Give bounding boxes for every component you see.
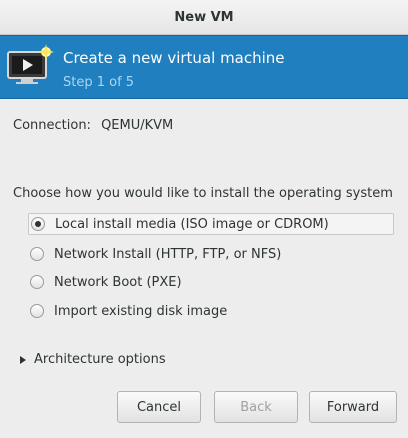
connection-label: Connection:	[13, 118, 91, 133]
expander-triangle-icon	[20, 355, 26, 364]
option-label: Import existing disk image	[54, 303, 228, 319]
banner-title: Create a new virtual machine	[63, 49, 285, 67]
connection-value: QEMU/KVM	[101, 118, 174, 133]
architecture-options-label: Architecture options	[34, 352, 166, 367]
option-label: Local install media (ISO image or CDROM)	[55, 216, 329, 232]
architecture-options-expander[interactable]: Architecture options	[20, 352, 166, 367]
back-button[interactable]: Back	[214, 391, 298, 423]
radio-checked-icon[interactable]	[31, 217, 45, 231]
install-method-prompt: Choose how you would like to install the…	[13, 186, 393, 201]
option-label: Network Install (HTTP, FTP, or NFS)	[54, 246, 282, 262]
option-import-disk-image[interactable]: Import existing disk image	[28, 300, 394, 322]
step-indicator: Step 1 of 5	[63, 75, 135, 90]
option-network-install[interactable]: Network Install (HTTP, FTP, or NFS)	[28, 243, 394, 265]
radio-unchecked-icon[interactable]	[30, 304, 44, 318]
window-title: New VM	[174, 9, 234, 25]
connection-row: Connection: QEMU/KVM	[13, 118, 173, 133]
forward-button[interactable]: Forward	[309, 391, 397, 423]
radio-unchecked-icon[interactable]	[30, 275, 44, 289]
header-banner: Create a new virtual machine Step 1 of 5	[0, 35, 408, 99]
window-titlebar[interactable]: New VM	[0, 0, 408, 35]
vm-screen-icon	[7, 44, 54, 84]
cancel-button[interactable]: Cancel	[117, 391, 201, 423]
option-network-boot[interactable]: Network Boot (PXE)	[28, 271, 394, 293]
radio-unchecked-icon[interactable]	[30, 247, 44, 261]
option-local-install-media[interactable]: Local install media (ISO image or CDROM)	[28, 213, 394, 235]
option-label: Network Boot (PXE)	[54, 274, 182, 290]
